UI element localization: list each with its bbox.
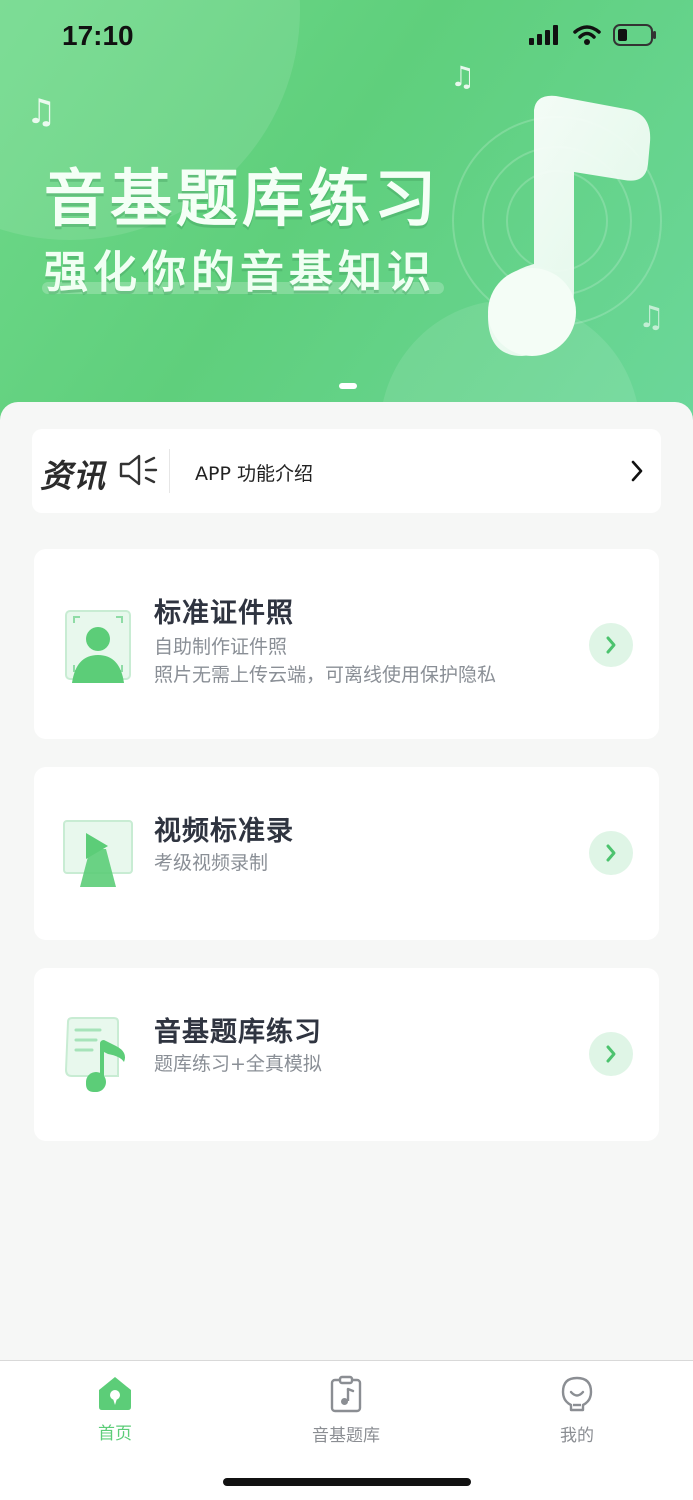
card-question-bank[interactable]: 音基题库练习 题库练习+全真模拟 (34, 968, 659, 1141)
tab-question-bank[interactable]: 音基题库 (286, 1375, 406, 1446)
card-description: 照片无需上传云端，可离线使用保护隐私 (154, 664, 497, 686)
status-icons (529, 24, 657, 46)
carousel-indicator[interactable] (339, 383, 357, 389)
card-title: 视频标准录 (154, 816, 294, 847)
banner-carousel[interactable]: ♫ ♫ ♫ 17:10 音基题库练习 强化你的音基知识 (0, 0, 693, 420)
music-note-icon: ♫ (26, 92, 57, 132)
home-indicator[interactable] (223, 1478, 471, 1486)
wifi-icon (573, 25, 601, 45)
tab-label: 我的 (560, 1426, 594, 1446)
speaker-icon (119, 454, 158, 486)
status-time: 17:10 (62, 20, 134, 51)
card-id-photo[interactable]: 标准证件照 自助制作证件照 照片无需上传云端，可离线使用保护隐私 (34, 549, 659, 739)
music-note-icon: ♫ (450, 60, 476, 93)
chevron-right-icon (606, 1045, 616, 1063)
chevron-right-icon (606, 844, 616, 862)
tab-label: 首页 (98, 1424, 132, 1444)
battery-icon (613, 24, 656, 46)
card-video-record[interactable]: 视频标准录 考级视频录制 (34, 767, 659, 940)
signal-icon (529, 25, 558, 45)
news-bar[interactable]: 资讯 APP 功能介绍 (32, 429, 661, 513)
card-arrow-button[interactable] (589, 623, 633, 667)
card-title: 音基题库练习 (154, 1017, 322, 1048)
chevron-right-icon (606, 636, 616, 654)
home-icon (99, 1377, 131, 1410)
tab-label: 音基题库 (312, 1426, 380, 1446)
news-headline[interactable]: APP 功能介绍 (195, 459, 313, 486)
banner-title: 音基题库练习 (44, 162, 441, 235)
tab-profile[interactable]: 我的 (517, 1375, 637, 1446)
profile-icon (561, 1376, 593, 1412)
banner-subtitle: 强化你的音基知识 (44, 247, 436, 298)
news-label: 资讯 (40, 457, 107, 495)
card-description: 自助制作证件照 (154, 636, 288, 658)
news-divider (169, 449, 170, 493)
music-score-icon (64, 1017, 125, 1092)
chevron-right-icon[interactable] (629, 459, 645, 483)
card-title: 标准证件照 (154, 598, 294, 629)
card-arrow-button[interactable] (589, 1032, 633, 1076)
tab-home[interactable]: 首页 (55, 1375, 175, 1444)
id-photo-icon (65, 610, 131, 683)
music-clipboard-icon (330, 1375, 362, 1413)
card-arrow-button[interactable] (589, 831, 633, 875)
card-description: 考级视频录制 (154, 852, 269, 874)
large-music-note-icon (488, 95, 651, 357)
video-record-icon (63, 820, 133, 887)
card-description: 题库练习+全真模拟 (154, 1053, 322, 1075)
